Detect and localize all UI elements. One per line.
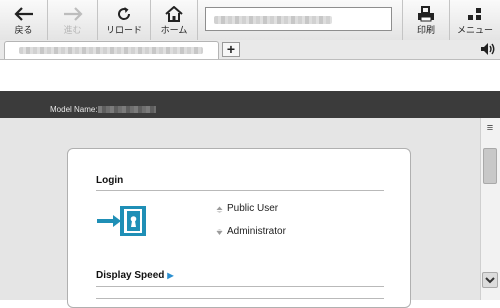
menu-dots-icon bbox=[466, 4, 484, 24]
page-header: Model Name: bbox=[0, 91, 500, 118]
display-speed-title[interactable]: Display Speed ▶ bbox=[96, 270, 174, 281]
login-divider bbox=[96, 190, 384, 191]
scroll-down-icon[interactable] bbox=[482, 272, 498, 288]
forward-label: 進む bbox=[63, 25, 82, 35]
scroll-thumb[interactable] bbox=[483, 148, 497, 184]
blurred-model-name bbox=[98, 106, 156, 113]
new-tab-button[interactable]: + bbox=[222, 42, 240, 57]
panel-bottom-divider bbox=[96, 298, 384, 299]
tab-bar: + bbox=[0, 40, 500, 60]
blurred-url bbox=[214, 16, 332, 24]
reload-label: リロード bbox=[105, 25, 142, 35]
browser-toolbar: 戻る 進む リロード ホーム 印刷 メニュー bbox=[0, 0, 500, 41]
login-title: Login bbox=[96, 175, 124, 186]
blurred-tab-title bbox=[19, 47, 203, 54]
back-label: 戻る bbox=[14, 25, 33, 35]
radio-up-icon bbox=[216, 205, 223, 213]
forward-arrow-icon bbox=[63, 4, 83, 24]
url-input[interactable] bbox=[205, 7, 392, 31]
forward-button[interactable]: 進む bbox=[48, 0, 98, 40]
print-icon bbox=[417, 4, 435, 24]
home-button[interactable]: ホーム bbox=[151, 0, 198, 40]
home-label: ホーム bbox=[160, 25, 188, 35]
radio-down-icon bbox=[216, 228, 223, 235]
login-panel: Login Public User Administrator Display … bbox=[67, 148, 411, 308]
display-speed-label: Display Speed bbox=[96, 270, 165, 281]
administrator-label: Administrator bbox=[227, 226, 286, 237]
model-name-label: Model Name: bbox=[50, 105, 98, 114]
public-user-option[interactable]: Public User bbox=[216, 203, 278, 214]
print-label: 印刷 bbox=[416, 25, 435, 35]
administrator-option[interactable]: Administrator bbox=[216, 226, 286, 237]
back-arrow-icon bbox=[13, 4, 34, 24]
display-speed-divider bbox=[96, 286, 384, 287]
back-button[interactable]: 戻る bbox=[0, 0, 48, 40]
reload-icon bbox=[116, 4, 132, 24]
page-content: Login Public User Administrator Display … bbox=[0, 118, 480, 308]
print-button[interactable]: 印刷 bbox=[402, 0, 450, 40]
login-door-icon bbox=[96, 205, 148, 237]
public-user-label: Public User bbox=[227, 203, 279, 214]
page-scrollbar[interactable]: ≡ bbox=[480, 118, 500, 300]
menu-button[interactable]: メニュー bbox=[450, 0, 500, 40]
home-icon bbox=[165, 4, 183, 24]
scroll-menu-icon[interactable]: ≡ bbox=[484, 121, 496, 135]
menu-label: メニュー bbox=[456, 25, 493, 35]
reload-button[interactable]: リロード bbox=[98, 0, 151, 40]
speaker-icon[interactable] bbox=[480, 41, 496, 57]
expand-arrow-icon: ▶ bbox=[167, 271, 174, 280]
tab-current[interactable] bbox=[4, 41, 219, 59]
